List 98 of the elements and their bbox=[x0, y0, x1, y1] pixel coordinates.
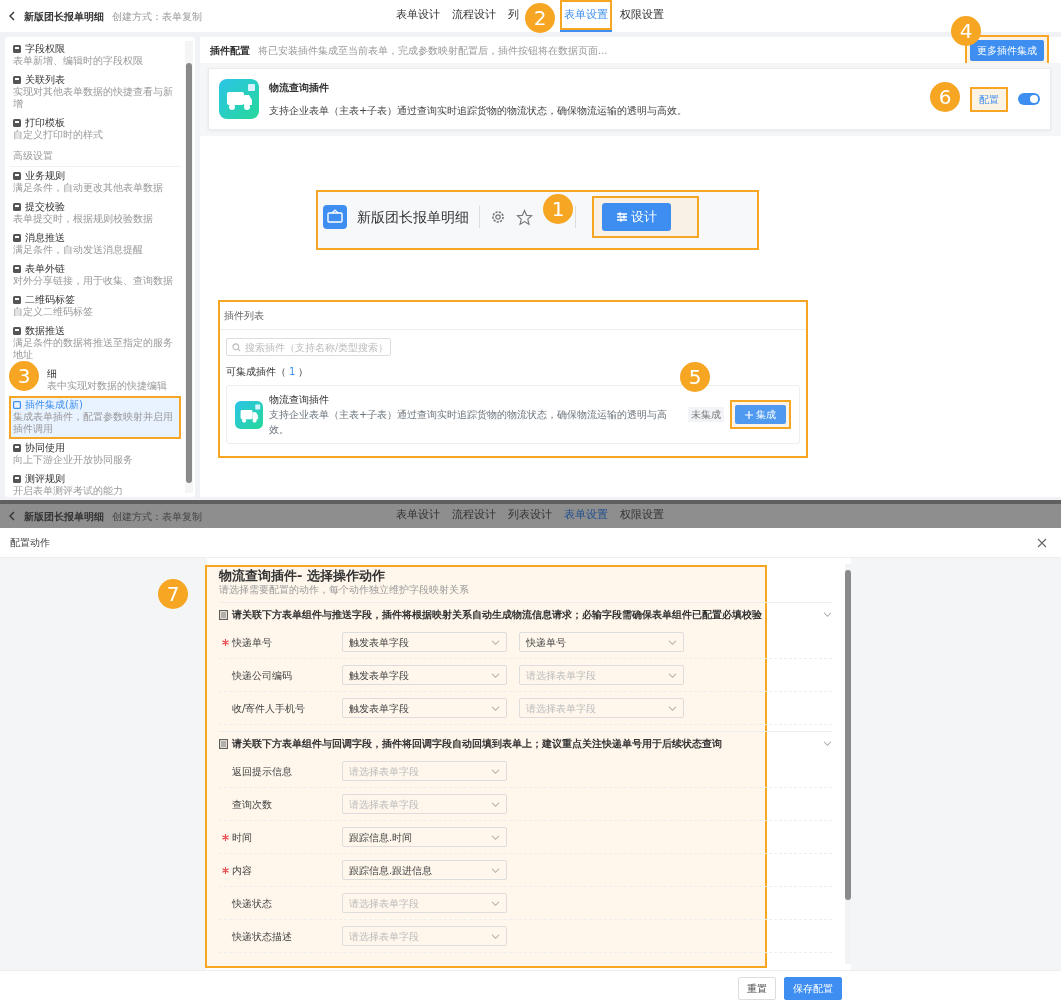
sidebar-item[interactable]: 测评规则 开启表单测评考试的能力 bbox=[9, 470, 181, 501]
search-icon bbox=[232, 342, 241, 352]
field-label: 快递状态描述 bbox=[232, 929, 292, 944]
square-icon bbox=[13, 326, 21, 335]
tab[interactable]: 表单设计 bbox=[392, 504, 444, 528]
chevron-down-icon bbox=[491, 932, 500, 940]
document-icon bbox=[219, 738, 228, 749]
square-icon bbox=[13, 233, 21, 242]
callout-number: 3 bbox=[9, 361, 39, 391]
square-icon bbox=[13, 400, 21, 409]
square-icon bbox=[13, 474, 21, 483]
select-field[interactable]: 触发表单字段 bbox=[342, 665, 507, 685]
square-icon bbox=[13, 443, 21, 452]
chevron-down-icon bbox=[491, 866, 500, 874]
tab[interactable]: 流程设计 bbox=[448, 504, 500, 528]
plus-icon bbox=[745, 410, 753, 419]
app-icon bbox=[323, 205, 347, 229]
chevron-down-icon bbox=[491, 800, 500, 808]
field-label: 收/寄件人手机号 bbox=[232, 701, 306, 716]
square-icon bbox=[13, 295, 21, 304]
count-label: 可集成插件（ bbox=[226, 365, 286, 379]
toggle-switch[interactable] bbox=[1018, 93, 1040, 105]
sliders-icon bbox=[616, 211, 628, 223]
tab[interactable]: 权限设置 bbox=[616, 504, 668, 528]
chevron-down-icon bbox=[491, 704, 500, 712]
chevron-down-icon bbox=[491, 671, 500, 679]
plugin-name: 物流查询插件 bbox=[269, 81, 330, 95]
field-label: 查询次数 bbox=[232, 797, 272, 812]
plugin-description: 支持企业表单（主表+子表）通过查询实时追踪货物的物流状态，确保物流运输的透明与高效。 bbox=[269, 408, 669, 437]
tab[interactable]: 流程设计 bbox=[448, 0, 500, 32]
square-icon bbox=[13, 202, 21, 211]
section-heading: 请关联下方表单组件与回调字段，插件将回调字段自动回填到表单上；建议重点关注快递单号用于后续状态查询 bbox=[232, 737, 723, 751]
sidebar-item[interactable]: 打印模板 自定义打印时的样式 bbox=[9, 114, 181, 145]
section-title: 插件配置 bbox=[210, 43, 250, 58]
sidebar-item[interactable]: 二维码标签 自定义二维码标签 bbox=[9, 291, 181, 322]
document-icon bbox=[219, 609, 228, 620]
status-tag: 未集成 bbox=[688, 407, 724, 422]
plugin-description: 支持企业表单（主表+子表）通过查询实时追踪货物的物流状态，确保物流运输的透明与高效。 bbox=[269, 104, 689, 118]
star-icon[interactable] bbox=[516, 208, 533, 226]
form-title: 新版团长报单明细 bbox=[24, 509, 104, 524]
section-hint: 将已安装插件集成至当前表单，完成参数映射配置后，插件按钮将在数据页面... bbox=[258, 43, 608, 58]
square-icon bbox=[13, 264, 21, 273]
panel-title: 物流查询插件- 选择操作动作 bbox=[219, 568, 386, 584]
chevron-down-icon bbox=[668, 638, 677, 646]
chevron-down-icon bbox=[491, 638, 500, 646]
scrollbar[interactable] bbox=[845, 564, 851, 964]
tab[interactable]: 表单设计 bbox=[392, 0, 444, 32]
field-label: 内容 bbox=[232, 863, 252, 878]
sidebar-item[interactable]: 细 表中实现对数据的快捷编辑 bbox=[43, 365, 181, 396]
select-field[interactable]: 触发表单字段 bbox=[342, 632, 507, 652]
square-icon bbox=[13, 75, 21, 84]
section-heading: 请关联下方表单组件与推送字段，插件将根据映射关系自动生成物流信息请求；必输字段需确保表单组件已配置必填校验 bbox=[232, 608, 763, 622]
sidebar-item[interactable]: 消息推送 满足条件，自动发送消息提醒 bbox=[9, 229, 181, 260]
gear-icon[interactable] bbox=[490, 209, 506, 225]
tab[interactable]: 列表设计 bbox=[504, 504, 556, 528]
panel-title: 插件列表 bbox=[220, 302, 806, 330]
sidebar-item[interactable]: 关联列表 实现对其他表单数据的快捷查看与新增 bbox=[9, 71, 181, 114]
chevron-down-icon bbox=[668, 704, 677, 712]
square-icon bbox=[13, 171, 21, 180]
field-label: 快递单号 bbox=[232, 635, 272, 650]
truck-icon bbox=[219, 79, 259, 119]
sidebar-item[interactable]: 协同使用 向上下游企业开放协同服务 bbox=[9, 439, 181, 470]
tab[interactable]: 权限设置 bbox=[616, 0, 668, 32]
reset-button[interactable]: 重置 bbox=[738, 977, 776, 1000]
creation-method: 创建方式：表单复制 bbox=[112, 509, 202, 524]
chevron-down-icon bbox=[668, 671, 677, 679]
back-icon[interactable] bbox=[8, 11, 16, 21]
creation-method: 创建方式：表单复制 bbox=[112, 9, 202, 24]
select-field[interactable]: 触发表单字段 bbox=[342, 698, 507, 718]
dialog-title: 配置动作 bbox=[10, 536, 50, 550]
field-label: 时间 bbox=[232, 830, 252, 845]
form-title: 新版团长报单明细 bbox=[24, 9, 104, 24]
truck-icon bbox=[235, 400, 263, 429]
chevron-down-icon bbox=[491, 833, 500, 841]
tab[interactable]: 表单设置 bbox=[560, 0, 612, 32]
select-field[interactable]: 跟踪信息.跟进信息 bbox=[342, 860, 507, 880]
field-label: 返回提示信息 bbox=[232, 764, 292, 779]
tab[interactable]: 列 bbox=[504, 0, 523, 32]
scrollbar[interactable] bbox=[185, 41, 193, 493]
select-field[interactable]: 跟踪信息.时间 bbox=[342, 827, 507, 847]
panel-subtitle: 请选择需要配置的动作，每个动作独立维护字段映射关系 bbox=[219, 584, 470, 596]
field-label: 快递状态 bbox=[232, 896, 272, 911]
count-label-end: ） bbox=[298, 365, 309, 379]
count-value: 1 bbox=[288, 365, 297, 379]
plugin-name: 物流查询插件 bbox=[269, 393, 330, 407]
section-label: 高级设置 bbox=[9, 145, 181, 167]
field-label: 快递公司编码 bbox=[232, 668, 292, 683]
sidebar-item[interactable]: 提交校验 表单提交时，根据规则校验数据 bbox=[9, 198, 181, 229]
chevron-down-icon bbox=[491, 767, 500, 775]
sidebar-item[interactable]: 表单外链 对外分享链接，用于收集、查询数据 bbox=[9, 260, 181, 291]
select-field[interactable]: 快递单号 bbox=[519, 632, 684, 652]
sidebar-item[interactable]: 业务规则 满足条件，自动更改其他表单数据 bbox=[9, 167, 181, 198]
square-icon bbox=[13, 118, 21, 127]
chevron-down-icon bbox=[491, 899, 500, 907]
close-icon[interactable] bbox=[1037, 537, 1047, 548]
sidebar-item[interactable]: 字段权限 表单新增、编辑时的字段权限 bbox=[9, 40, 181, 71]
form-title: 新版团长报单明细 bbox=[357, 207, 469, 227]
square-icon bbox=[13, 44, 21, 53]
